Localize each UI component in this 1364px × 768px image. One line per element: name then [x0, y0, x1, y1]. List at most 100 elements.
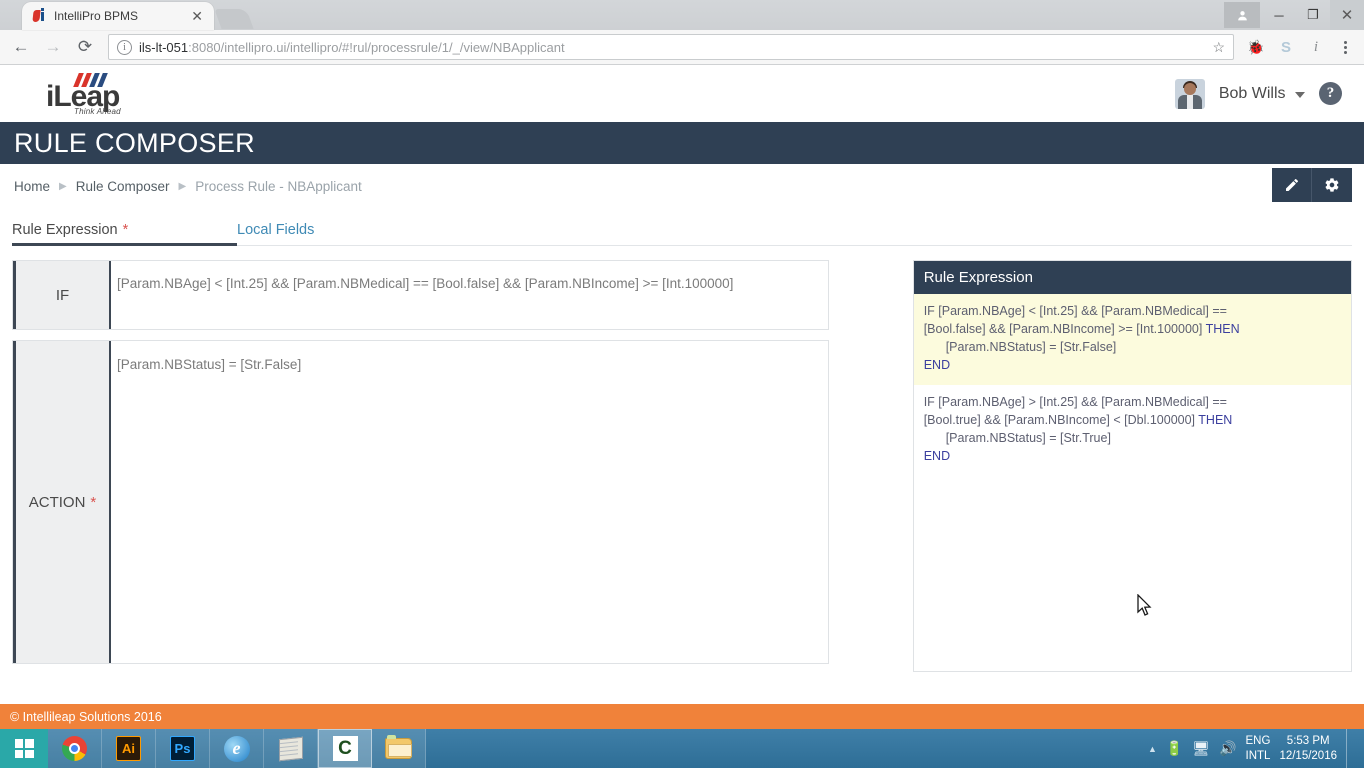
rule-expression-panel-title: Rule Expression	[913, 261, 1351, 294]
tab-strip: IntelliPro BPMS ✕ ─ ❐ ✕	[0, 0, 1364, 30]
tab-rule-expression[interactable]: Rule Expression *	[12, 214, 237, 246]
taskbar-photoshop[interactable]: Ps	[156, 729, 210, 768]
ileap-logo: iLeap Think Ahead	[46, 71, 130, 117]
user-name: Bob Wills	[1218, 84, 1286, 102]
rule-expression-panel-body: IF [Param.NBAge] < [Int.25] && [Param.NB…	[913, 294, 1351, 671]
breadcrumb-separator-icon: ▶	[178, 180, 187, 192]
page-title-bar: RULE COMPOSER	[0, 122, 1364, 164]
clock[interactable]: 5:53 PM 12/15/2016	[1279, 734, 1337, 763]
expr-line-3: [Param.NBStatus] = [Str.False]	[945, 340, 1117, 355]
new-tab-icon[interactable]	[214, 9, 254, 29]
browser-window: IntelliPro BPMS ✕ ─ ❐ ✕ ← → ⟳ i ils-lt-0…	[0, 0, 1364, 729]
close-window-button[interactable]: ✕	[1330, 0, 1364, 30]
address-bar-path: :8080/intellipro.ui/intellipro/#!rul/pro…	[188, 39, 565, 55]
breadcrumb-separator-icon: ▶	[59, 180, 67, 192]
browser-tab-title: IntelliPro BPMS	[54, 9, 139, 23]
language-line-1: ENG	[1245, 735, 1271, 748]
site-info-icon[interactable]: i	[117, 39, 132, 55]
rule-expression-block[interactable]: IF [Param.NBAge] < [Int.25] && [Param.NB…	[913, 294, 1351, 385]
breadcrumb-item-home[interactable]: Home	[14, 179, 50, 194]
help-icon[interactable]: ?	[1319, 82, 1342, 105]
maximize-button[interactable]: ❐	[1296, 0, 1330, 30]
page-title: RULE COMPOSER	[14, 127, 255, 158]
show-desktop-button[interactable]	[1346, 729, 1354, 768]
action-expression-field[interactable]: [Param.NBStatus] = [Str.False]	[109, 341, 828, 663]
language-indicator[interactable]: ENG INTL	[1246, 734, 1271, 763]
expr-line-1: IF [Param.NBAge] > [Int.25] && [Param.NB…	[923, 394, 1227, 409]
app-footer: © Intellileap Solutions 2016	[0, 704, 1364, 729]
illustrator-icon: Ai	[116, 736, 141, 761]
minimize-button[interactable]: ─	[1262, 0, 1296, 30]
skype-icon[interactable]: S	[1272, 33, 1300, 61]
avatar	[1174, 78, 1205, 109]
back-button[interactable]: ←	[6, 33, 36, 61]
logo-tagline: Think Ahead	[74, 106, 121, 116]
camtasia-icon: C	[332, 736, 358, 761]
expr-line-1: IF [Param.NBAge] < [Int.25] && [Param.NB…	[923, 304, 1227, 318]
battery-icon[interactable]: 🔋	[1166, 740, 1183, 757]
taskbar-notepad[interactable]	[264, 729, 318, 768]
breadcrumb: Home ▶ Rule Composer ▶ Process Rule - NB…	[0, 164, 1364, 208]
expr-keyword-end: END	[923, 448, 951, 463]
taskbar-internet-explorer[interactable]: e	[210, 729, 264, 768]
if-expression-field[interactable]: [Param.NBAge] < [Int.25] && [Param.NBMed…	[109, 261, 828, 329]
windows-start-icon[interactable]	[0, 729, 48, 768]
if-label-text: IF	[55, 286, 70, 304]
settings-button[interactable]	[1312, 168, 1352, 202]
breadcrumb-item-rule-composer[interactable]: Rule Composer	[76, 179, 170, 194]
breadcrumb-item-current: Process Rule - NBApplicant	[195, 178, 362, 194]
header-right: Bob Wills ?	[1174, 78, 1342, 109]
close-icon[interactable]: ✕	[188, 9, 206, 23]
three-dot-menu-icon[interactable]	[1332, 33, 1358, 61]
windows-taskbar: Ai Ps e C ▲ 🔋 🖥 🔊 ENG INTL 5:53 PM 12/15…	[0, 729, 1364, 768]
expr-line-2: [Bool.false] && [Param.NBIncome] >= [Int…	[923, 322, 1206, 337]
rule-row-if: IF [Param.NBAge] < [Int.25] && [Param.NB…	[12, 260, 829, 330]
expr-line-2: [Bool.true] && [Param.NBIncome] < [Dbl.1…	[923, 412, 1199, 427]
clock-time: 5:53 PM	[1286, 735, 1330, 748]
address-bar-host: ils-lt-051	[139, 39, 189, 55]
system-tray: ▲ 🔋 🖥 🔊 ENG INTL 5:53 PM 12/15/2016	[1148, 729, 1364, 768]
clock-date: 12/15/2016	[1279, 749, 1337, 762]
page-actions	[1272, 168, 1352, 202]
address-bar[interactable]: i ils-lt-051:8080/intellipro.ui/intellip…	[108, 34, 1234, 60]
workspace: IF [Param.NBAge] < [Int.25] && [Param.NB…	[0, 246, 1364, 674]
volume-icon[interactable]: 🔊	[1219, 740, 1236, 757]
notepad-icon	[278, 736, 303, 761]
rule-row-if-label: IF	[13, 261, 109, 329]
expr-line-3: [Param.NBStatus] = [Str.True]	[945, 430, 1111, 445]
taskbar-chrome[interactable]	[48, 729, 102, 768]
browser-toolbar: ← → ⟳ i ils-lt-051:8080/intellipro.ui/in…	[0, 30, 1364, 65]
tab-rule-expression-label: Rule Expression	[12, 221, 118, 238]
required-asterisk: *	[90, 493, 97, 511]
file-explorer-icon	[385, 735, 412, 759]
browser-tab[interactable]: IntelliPro BPMS ✕	[22, 2, 214, 30]
photoshop-icon: Ps	[170, 736, 195, 761]
address-bar-url: ils-lt-051:8080/intellipro.ui/intellipro…	[139, 40, 565, 55]
app-header: iLeap Think Ahead Bob Wills ?	[0, 65, 1364, 122]
ileap-favicon	[32, 8, 48, 24]
reload-button[interactable]: ⟳	[70, 33, 100, 61]
taskbar-illustrator[interactable]: Ai	[102, 729, 156, 768]
tab-local-fields[interactable]: Local Fields	[237, 214, 462, 245]
tab-local-fields-label: Local Fields	[237, 221, 315, 238]
network-icon[interactable]: 🖥	[1192, 740, 1210, 757]
person-icon[interactable]	[1224, 2, 1260, 28]
taskbar-file-explorer[interactable]	[372, 729, 426, 768]
rule-editor: IF [Param.NBAge] < [Int.25] && [Param.NB…	[12, 260, 829, 674]
forward-button[interactable]: →	[38, 33, 68, 61]
expr-keyword-end: END	[923, 358, 951, 373]
page-content: iLeap Think Ahead Bob Wills ? RULE COMPO…	[0, 65, 1364, 729]
rule-expression-block[interactable]: IF [Param.NBAge] > [Int.25] && [Param.NB…	[914, 385, 1351, 476]
content-tabs: Rule Expression * Local Fields	[12, 208, 1352, 246]
bug-icon[interactable]: 🐞	[1242, 33, 1270, 61]
chevron-down-icon	[1295, 91, 1305, 98]
chrome-icon	[62, 736, 87, 761]
edit-button[interactable]	[1272, 168, 1312, 202]
window-controls: ─ ❐ ✕	[1224, 0, 1364, 30]
taskbar-camtasia[interactable]: C	[318, 729, 372, 768]
required-asterisk: *	[122, 221, 129, 238]
bookmark-star-icon[interactable]: ☆	[1212, 39, 1225, 56]
show-hidden-icons-icon[interactable]: ▲	[1148, 744, 1157, 754]
info-extension-icon[interactable]: i	[1302, 33, 1330, 61]
user-menu[interactable]: Bob Wills	[1219, 85, 1305, 103]
